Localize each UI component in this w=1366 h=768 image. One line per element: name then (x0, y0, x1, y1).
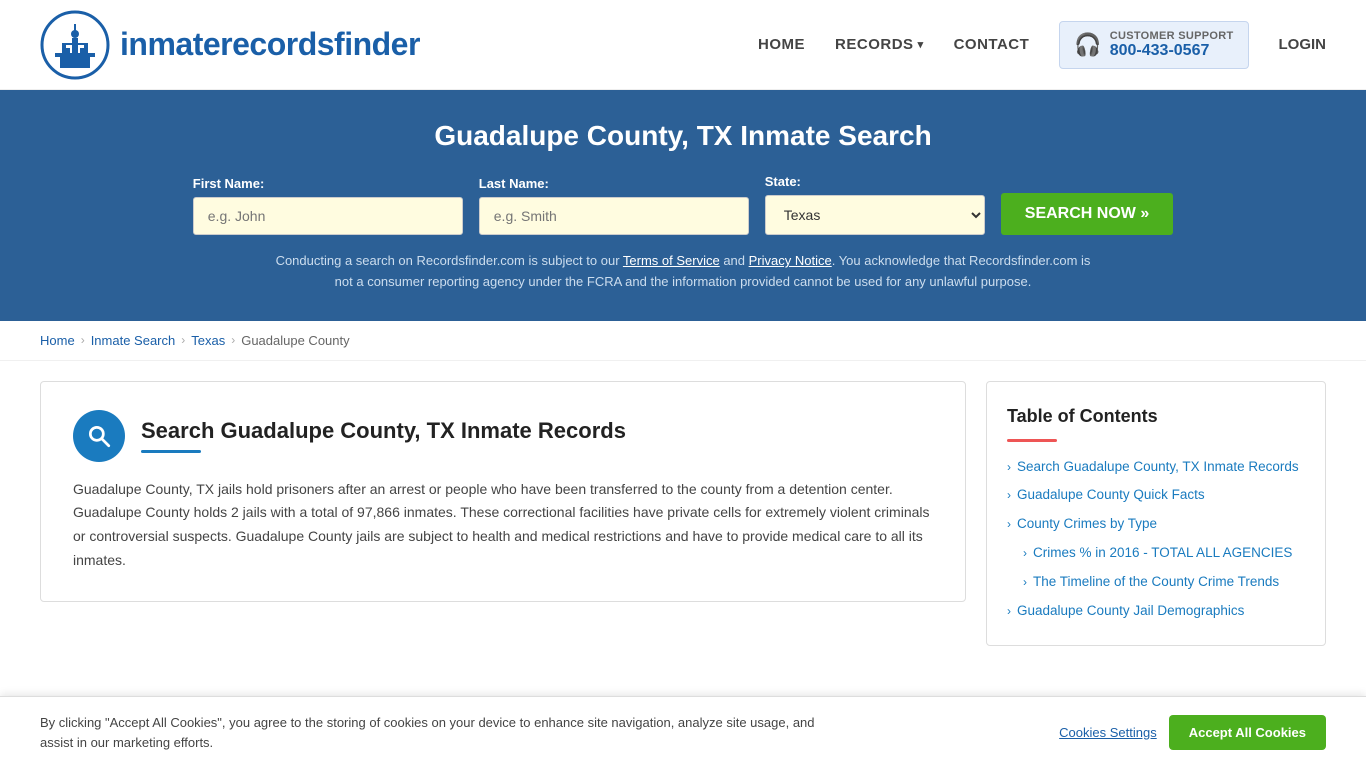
section-title: Search Guadalupe County, TX Inmate Recor… (141, 418, 626, 444)
hero-section: Guadalupe County, TX Inmate Search First… (0, 90, 1366, 321)
cookie-text: By clicking "Accept All Cookies", you ag… (40, 713, 840, 752)
headset-icon: 🎧 (1074, 32, 1101, 58)
toc-link-0[interactable]: Search Guadalupe County, TX Inmate Recor… (1017, 458, 1299, 477)
cookie-settings-button[interactable]: Cookies Settings (1059, 725, 1157, 740)
toc-link-5[interactable]: Guadalupe County Jail Demographics (1017, 602, 1244, 621)
privacy-notice-link[interactable]: Privacy Notice (749, 253, 832, 268)
toc-chevron-icon-2: › (1007, 517, 1011, 531)
hero-disclaimer: Conducting a search on Recordsfinder.com… (273, 251, 1093, 293)
hero-title: Guadalupe County, TX Inmate Search (40, 120, 1326, 152)
main-content: Search Guadalupe County, TX Inmate Recor… (0, 361, 1366, 666)
section-body: Guadalupe County, TX jails hold prisoner… (73, 478, 933, 573)
toc-chevron-icon-4: › (1023, 575, 1027, 589)
content-left: Search Guadalupe County, TX Inmate Recor… (40, 381, 966, 602)
toc-list: › Search Guadalupe County, TX Inmate Rec… (1007, 458, 1305, 621)
cookie-banner: By clicking "Accept All Cookies", you ag… (0, 696, 1366, 768)
toc-divider (1007, 439, 1057, 442)
nav-home[interactable]: HOME (758, 36, 805, 53)
breadcrumb-inmate-search[interactable]: Inmate Search (91, 333, 176, 348)
toc-item-1: › Guadalupe County Quick Facts (1007, 486, 1305, 505)
magnifier-icon (86, 423, 112, 449)
toc-item-4: › The Timeline of the County Crime Trend… (1007, 573, 1305, 592)
breadcrumb-home[interactable]: Home (40, 333, 75, 348)
last-name-group: Last Name: (479, 176, 749, 235)
last-name-label: Last Name: (479, 176, 549, 191)
toc-title: Table of Contents (1007, 406, 1305, 427)
state-select[interactable]: Texas Alabama Alaska California Florida … (765, 195, 985, 235)
chevron-down-icon: ▾ (918, 38, 924, 51)
nav-login[interactable]: LOGIN (1279, 36, 1327, 53)
breadcrumb-guadalupe-county: Guadalupe County (241, 333, 349, 348)
main-nav: HOME RECORDS ▾ CONTACT 🎧 CUSTOMER SUPPOR… (758, 21, 1326, 69)
support-label: CUSTOMER SUPPORT (1110, 30, 1234, 42)
state-label: State: (765, 174, 801, 189)
logo-icon (40, 10, 110, 80)
toc-chevron-icon-5: › (1007, 604, 1011, 618)
cookie-accept-button[interactable]: Accept All Cookies (1169, 715, 1326, 750)
toc-link-1[interactable]: Guadalupe County Quick Facts (1017, 486, 1205, 505)
breadcrumb-sep-1: › (81, 333, 85, 347)
terms-of-service-link[interactable]: Terms of Service (623, 253, 720, 268)
header: inmaterecordsfinder HOME RECORDS ▾ CONTA… (0, 0, 1366, 90)
search-section-icon (73, 410, 125, 462)
breadcrumb-sep-3: › (231, 333, 235, 347)
cookie-buttons: Cookies Settings Accept All Cookies (1059, 715, 1326, 750)
customer-support-box: 🎧 CUSTOMER SUPPORT 800-433-0567 (1059, 21, 1248, 69)
sidebar-toc: Table of Contents › Search Guadalupe Cou… (986, 381, 1326, 646)
section-title-underline (141, 450, 201, 453)
toc-link-3[interactable]: Crimes % in 2016 - TOTAL ALL AGENCIES (1033, 544, 1292, 563)
nav-contact[interactable]: CONTACT (954, 36, 1030, 53)
toc-chevron-icon-0: › (1007, 460, 1011, 474)
logo-area: inmaterecordsfinder (40, 10, 420, 80)
support-info: CUSTOMER SUPPORT 800-433-0567 (1110, 30, 1234, 60)
toc-item-3: › Crimes % in 2016 - TOTAL ALL AGENCIES (1007, 544, 1305, 563)
breadcrumb-sep-2: › (181, 333, 185, 347)
toc-chevron-icon-3: › (1023, 546, 1027, 560)
section-title-block: Search Guadalupe County, TX Inmate Recor… (141, 418, 626, 453)
last-name-input[interactable] (479, 197, 749, 235)
nav-records[interactable]: RECORDS ▾ (835, 36, 924, 53)
toc-item-2: › County Crimes by Type (1007, 515, 1305, 534)
first-name-group: First Name: (193, 176, 463, 235)
breadcrumb: Home › Inmate Search › Texas › Guadalupe… (0, 321, 1366, 361)
search-button[interactable]: SEARCH NOW » (1001, 193, 1173, 235)
search-form: First Name: Last Name: State: Texas Alab… (40, 174, 1326, 235)
support-phone: 800-433-0567 (1110, 42, 1234, 60)
breadcrumb-texas[interactable]: Texas (191, 333, 225, 348)
toc-item-0: › Search Guadalupe County, TX Inmate Rec… (1007, 458, 1305, 477)
toc-item-5: › Guadalupe County Jail Demographics (1007, 602, 1305, 621)
toc-link-4[interactable]: The Timeline of the County Crime Trends (1033, 573, 1279, 592)
toc-link-2[interactable]: County Crimes by Type (1017, 515, 1157, 534)
state-group: State: Texas Alabama Alaska California F… (765, 174, 985, 235)
section-header: Search Guadalupe County, TX Inmate Recor… (73, 410, 933, 462)
first-name-input[interactable] (193, 197, 463, 235)
toc-chevron-icon-1: › (1007, 488, 1011, 502)
logo-text: inmaterecordsfinder (120, 26, 420, 63)
first-name-label: First Name: (193, 176, 265, 191)
